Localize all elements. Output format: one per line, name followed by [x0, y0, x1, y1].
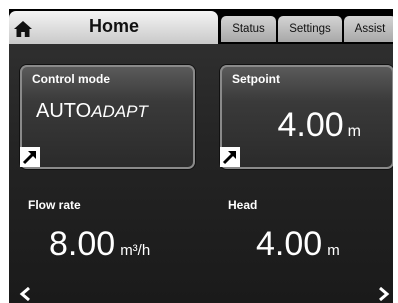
control-mode-label: Control mode: [32, 72, 110, 86]
setpoint-number: 4.00: [277, 106, 344, 144]
home-panel: Control mode AUTOADAPT Setpoint 4.00 m Fl…: [9, 44, 393, 303]
chevron-right-icon[interactable]: [376, 287, 390, 301]
setpoint-label: Setpoint: [232, 72, 280, 86]
tab-settings[interactable]: Settings: [278, 16, 342, 42]
flow-rate-unit: m³/h: [120, 242, 151, 259]
tab-home-label: Home: [89, 16, 140, 36]
tab-assist[interactable]: Assist: [344, 16, 393, 42]
setpoint-button[interactable]: Setpoint 4.00 m: [220, 65, 393, 169]
tab-status[interactable]: Status: [221, 16, 276, 42]
flow-rate-label: Flow rate: [28, 198, 81, 212]
control-mode-value-main: AUTO: [36, 100, 92, 122]
head-number: 4.00: [256, 225, 323, 263]
control-mode-value-suffix: ADAPT: [91, 102, 148, 121]
flow-rate-number: 8.00: [49, 225, 116, 263]
pump-display: Home Status Settings Assist Control mode…: [9, 9, 393, 303]
shortcut-arrow-icon: [20, 147, 40, 167]
control-mode-value: AUTOADAPT: [36, 100, 148, 123]
setpoint-unit: m: [347, 123, 361, 140]
head-unit: m: [327, 242, 340, 259]
flow-rate-value: 8.00 m³/h: [49, 225, 150, 264]
tab-bar: Home Status Settings Assist: [9, 9, 393, 44]
tab-home[interactable]: Home: [9, 11, 218, 44]
setpoint-value: 4.00 m: [277, 106, 361, 145]
home-icon: [14, 21, 32, 37]
head-label: Head: [228, 198, 258, 212]
head-value: 4.00 m: [256, 225, 340, 264]
chevron-left-icon[interactable]: [19, 287, 33, 301]
control-mode-button[interactable]: Control mode AUTOADAPT: [20, 65, 195, 169]
shortcut-arrow-icon: [220, 147, 240, 167]
